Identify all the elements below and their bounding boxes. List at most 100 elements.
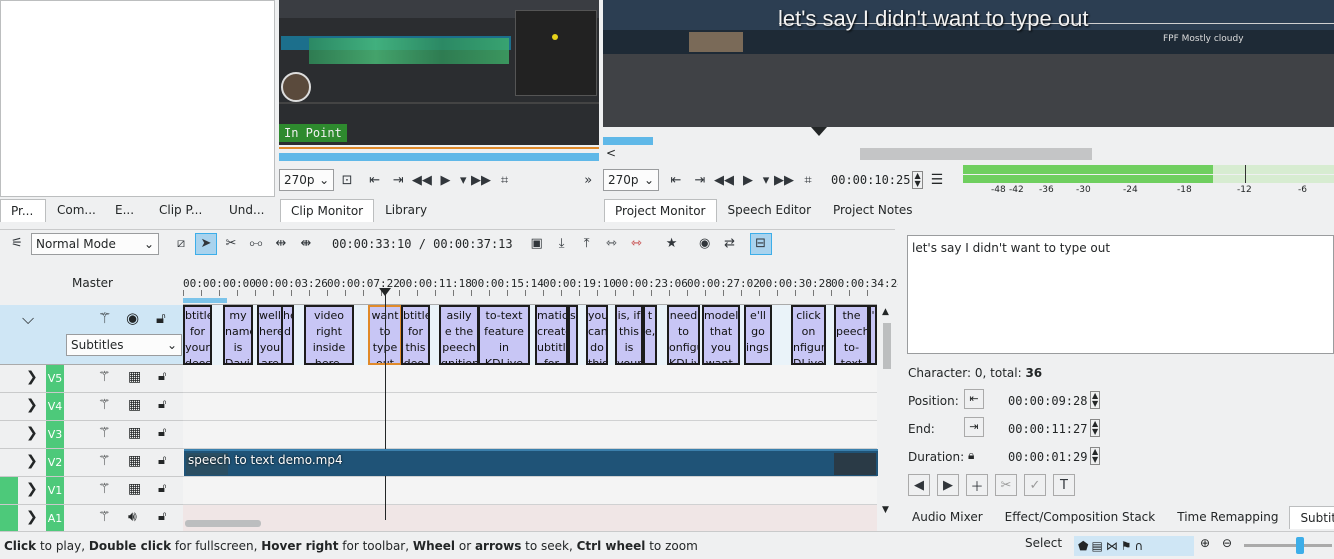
tab-undo-history[interactable]: Und... — [218, 198, 276, 222]
collapse-icon[interactable]: ⌵ — [22, 309, 34, 329]
play-menu-icon[interactable]: ▾ — [458, 169, 468, 191]
subtitle-item[interactable]: you can do this — [586, 305, 608, 365]
subtitle-item[interactable]: is, if this is your — [615, 305, 643, 365]
lift-icon[interactable]: ⇿ — [601, 233, 623, 255]
expand-track-icon[interactable]: ❯ — [26, 425, 38, 441]
clip-monitor-video[interactable]: In Point — [279, 0, 599, 145]
clip-monitor-ruler[interactable] — [279, 145, 599, 163]
playhead-marker[interactable] — [811, 127, 827, 136]
project-monitor-video[interactable]: let's say I didn't want to type out FPF … — [603, 0, 1334, 127]
project-monitor-ruler[interactable] — [603, 127, 1334, 147]
track-header[interactable]: ❯ V3 ⚚ ▦ 🔓︎ — [0, 421, 183, 449]
active-track-indicator[interactable] — [0, 505, 18, 532]
clip-resolution-select[interactable]: 270p ⌄ — [279, 169, 335, 191]
tab-clip-monitor[interactable]: Clip Monitor — [280, 199, 375, 222]
speaker-icon[interactable]: 🔊︎ — [128, 509, 137, 525]
subtitle-item[interactable]: t e, — [643, 305, 657, 365]
subtitle-item[interactable]: s. — [568, 305, 578, 365]
play-icon[interactable]: ▶ — [435, 169, 457, 191]
position-spinner-icon[interactable]: ▲ ▼ — [1090, 391, 1101, 409]
rewind-icon[interactable]: ◀◀ — [713, 169, 735, 191]
fullscreen-icon[interactable]: ⊡ — [336, 169, 358, 191]
audio-meter-menu-icon[interactable]: ☰ — [931, 172, 944, 188]
tab-subtitles[interactable]: Subtitles — [1289, 506, 1334, 529]
subtitle-item[interactable]: e'll go ings. — [744, 305, 772, 365]
track-lane[interactable] — [183, 421, 877, 449]
snap-icon[interactable]: ⧄ — [170, 233, 192, 255]
more-icon[interactable]: » — [577, 169, 599, 191]
mixer-icon[interactable]: ⇄ — [719, 233, 741, 255]
effect-wand-icon[interactable]: ⚚ — [98, 309, 111, 327]
subtitle-item[interactable]: click on nfigur DLive. — [791, 305, 826, 365]
timecode-spinner-icon[interactable]: ▲ ▼ — [912, 171, 923, 189]
overwrite-icon[interactable]: ⤒ — [576, 233, 598, 255]
zoom-in-icon[interactable]: ⊕ — [1200, 536, 1210, 550]
play-icon[interactable]: ▶ — [737, 169, 759, 191]
split-subtitle-icon[interactable]: ✂ — [995, 474, 1017, 496]
tab-speech-editor[interactable]: Speech Editor — [717, 198, 823, 222]
waveform-icon[interactable]: ⋈ — [1106, 539, 1118, 553]
track-header[interactable]: ❯ A1 ⚚ 🔊︎ 🔓︎ — [0, 505, 183, 533]
subtitle-text-area[interactable]: let's say I didn't want to type out — [907, 235, 1334, 354]
effect-wand-icon[interactable]: ⚚ — [98, 397, 111, 413]
timeline-ruler[interactable]: 00:00:00:00 00:00:03:26 00:00:07:22 00:0… — [183, 272, 904, 305]
expand-track-icon[interactable]: ❯ — [26, 509, 38, 525]
position-value[interactable]: 00:00:09:28 — [1008, 394, 1087, 408]
track-header[interactable]: ❯ V1 ⚚ ▦ 🔓︎ — [0, 477, 183, 505]
tab-project-notes[interactable]: Project Notes — [822, 198, 924, 222]
text-style-icon[interactable]: T — [1053, 474, 1075, 496]
tab-project-monitor[interactable]: Project Monitor — [604, 199, 717, 222]
ripple-tool-icon[interactable]: ⇹ — [270, 233, 292, 255]
subtitle-item[interactable]: asily e the peech gnition — [439, 305, 479, 365]
effect-wand-icon[interactable]: ⚚ — [98, 481, 111, 497]
timeline-horizontal-scrollbar[interactable] — [185, 520, 261, 527]
film-icon[interactable]: ▦ — [128, 425, 141, 441]
tab-effect-stack[interactable]: Effect/Composition Stack — [994, 505, 1167, 529]
film-icon[interactable]: ▦ — [128, 369, 141, 385]
subtitle-track-select[interactable]: Subtitles ⌄ — [66, 334, 182, 356]
project-resolution-select[interactable]: 270p ⌄ — [603, 169, 659, 191]
track-lane[interactable] — [183, 365, 877, 393]
snap-magnet-icon[interactable]: ∩ — [1135, 539, 1144, 553]
tab-time-remapping[interactable]: Time Remapping — [1166, 505, 1289, 529]
zone-icon[interactable]: ⌗ — [494, 169, 516, 191]
expand-track-icon[interactable]: ❯ — [26, 397, 38, 413]
subtitle-track[interactable]: btitle for your deos my name is David, well, here… — [183, 305, 877, 365]
timeline-clip[interactable]: speech to text demo.mp4 — [184, 449, 878, 476]
slip-tool-icon[interactable]: ⇼ — [295, 233, 317, 255]
record-icon[interactable]: ◉ — [694, 233, 716, 255]
selection-tool-icon[interactable]: ➤ — [195, 232, 217, 255]
track-lane[interactable] — [183, 477, 877, 505]
film-icon[interactable]: ▦ — [128, 397, 141, 413]
tab-compositions[interactable]: Com... — [46, 198, 104, 222]
zoom-out-icon[interactable]: ⊖ — [1222, 536, 1232, 550]
lock-icon[interactable]: 🔒︎ — [968, 448, 974, 463]
duration-spinner-icon[interactable]: ▲ ▼ — [1090, 447, 1101, 465]
tab-library[interactable]: Library — [374, 198, 438, 222]
end-spinner-icon[interactable]: ▲ ▼ — [1090, 419, 1101, 437]
tab-clip-properties[interactable]: Clip P... — [148, 198, 218, 222]
tab-project-bin[interactable]: Pr... — [0, 199, 46, 222]
expand-track-icon[interactable]: ❯ — [26, 369, 38, 385]
effect-wand-icon[interactable]: ⚚ — [98, 369, 111, 385]
forward-icon[interactable]: ▶▶ — [470, 169, 492, 191]
razor-tool-icon[interactable]: ✂ — [220, 233, 242, 255]
tab-audio-mixer[interactable]: Audio Mixer — [901, 505, 994, 529]
active-track-indicator[interactable] — [0, 477, 18, 504]
lock-icon[interactable]: 🔓︎ — [158, 369, 166, 384]
set-end-button[interactable]: ⇥ — [964, 417, 984, 437]
end-value[interactable]: 00:00:11:27 — [1008, 422, 1087, 436]
track-lane[interactable] — [183, 505, 877, 533]
track-header[interactable]: ❯ V4 ⚚ ▦ 🔓︎ — [0, 393, 183, 421]
favorites-icon[interactable]: ★ — [661, 233, 683, 255]
edit-mode-select[interactable]: Normal Mode ⌄ — [31, 232, 159, 255]
tab-effects[interactable]: E... — [104, 198, 148, 222]
expand-track-icon[interactable]: ❯ — [26, 481, 38, 497]
composite-icon[interactable]: ▣ — [526, 233, 548, 255]
track-header[interactable]: ❯ V2 ⚚ ▦ 🔓︎ — [0, 449, 183, 477]
lock-icon[interactable]: 🔓︎ — [158, 453, 166, 468]
subtitle-item[interactable]: to-text feature in KDLive — [478, 305, 530, 365]
lock-icon[interactable]: 🔓︎ — [158, 481, 166, 496]
subtitle-item[interactable]: my name is David, — [223, 305, 253, 365]
zone-icon[interactable]: ⌗ — [797, 169, 819, 191]
